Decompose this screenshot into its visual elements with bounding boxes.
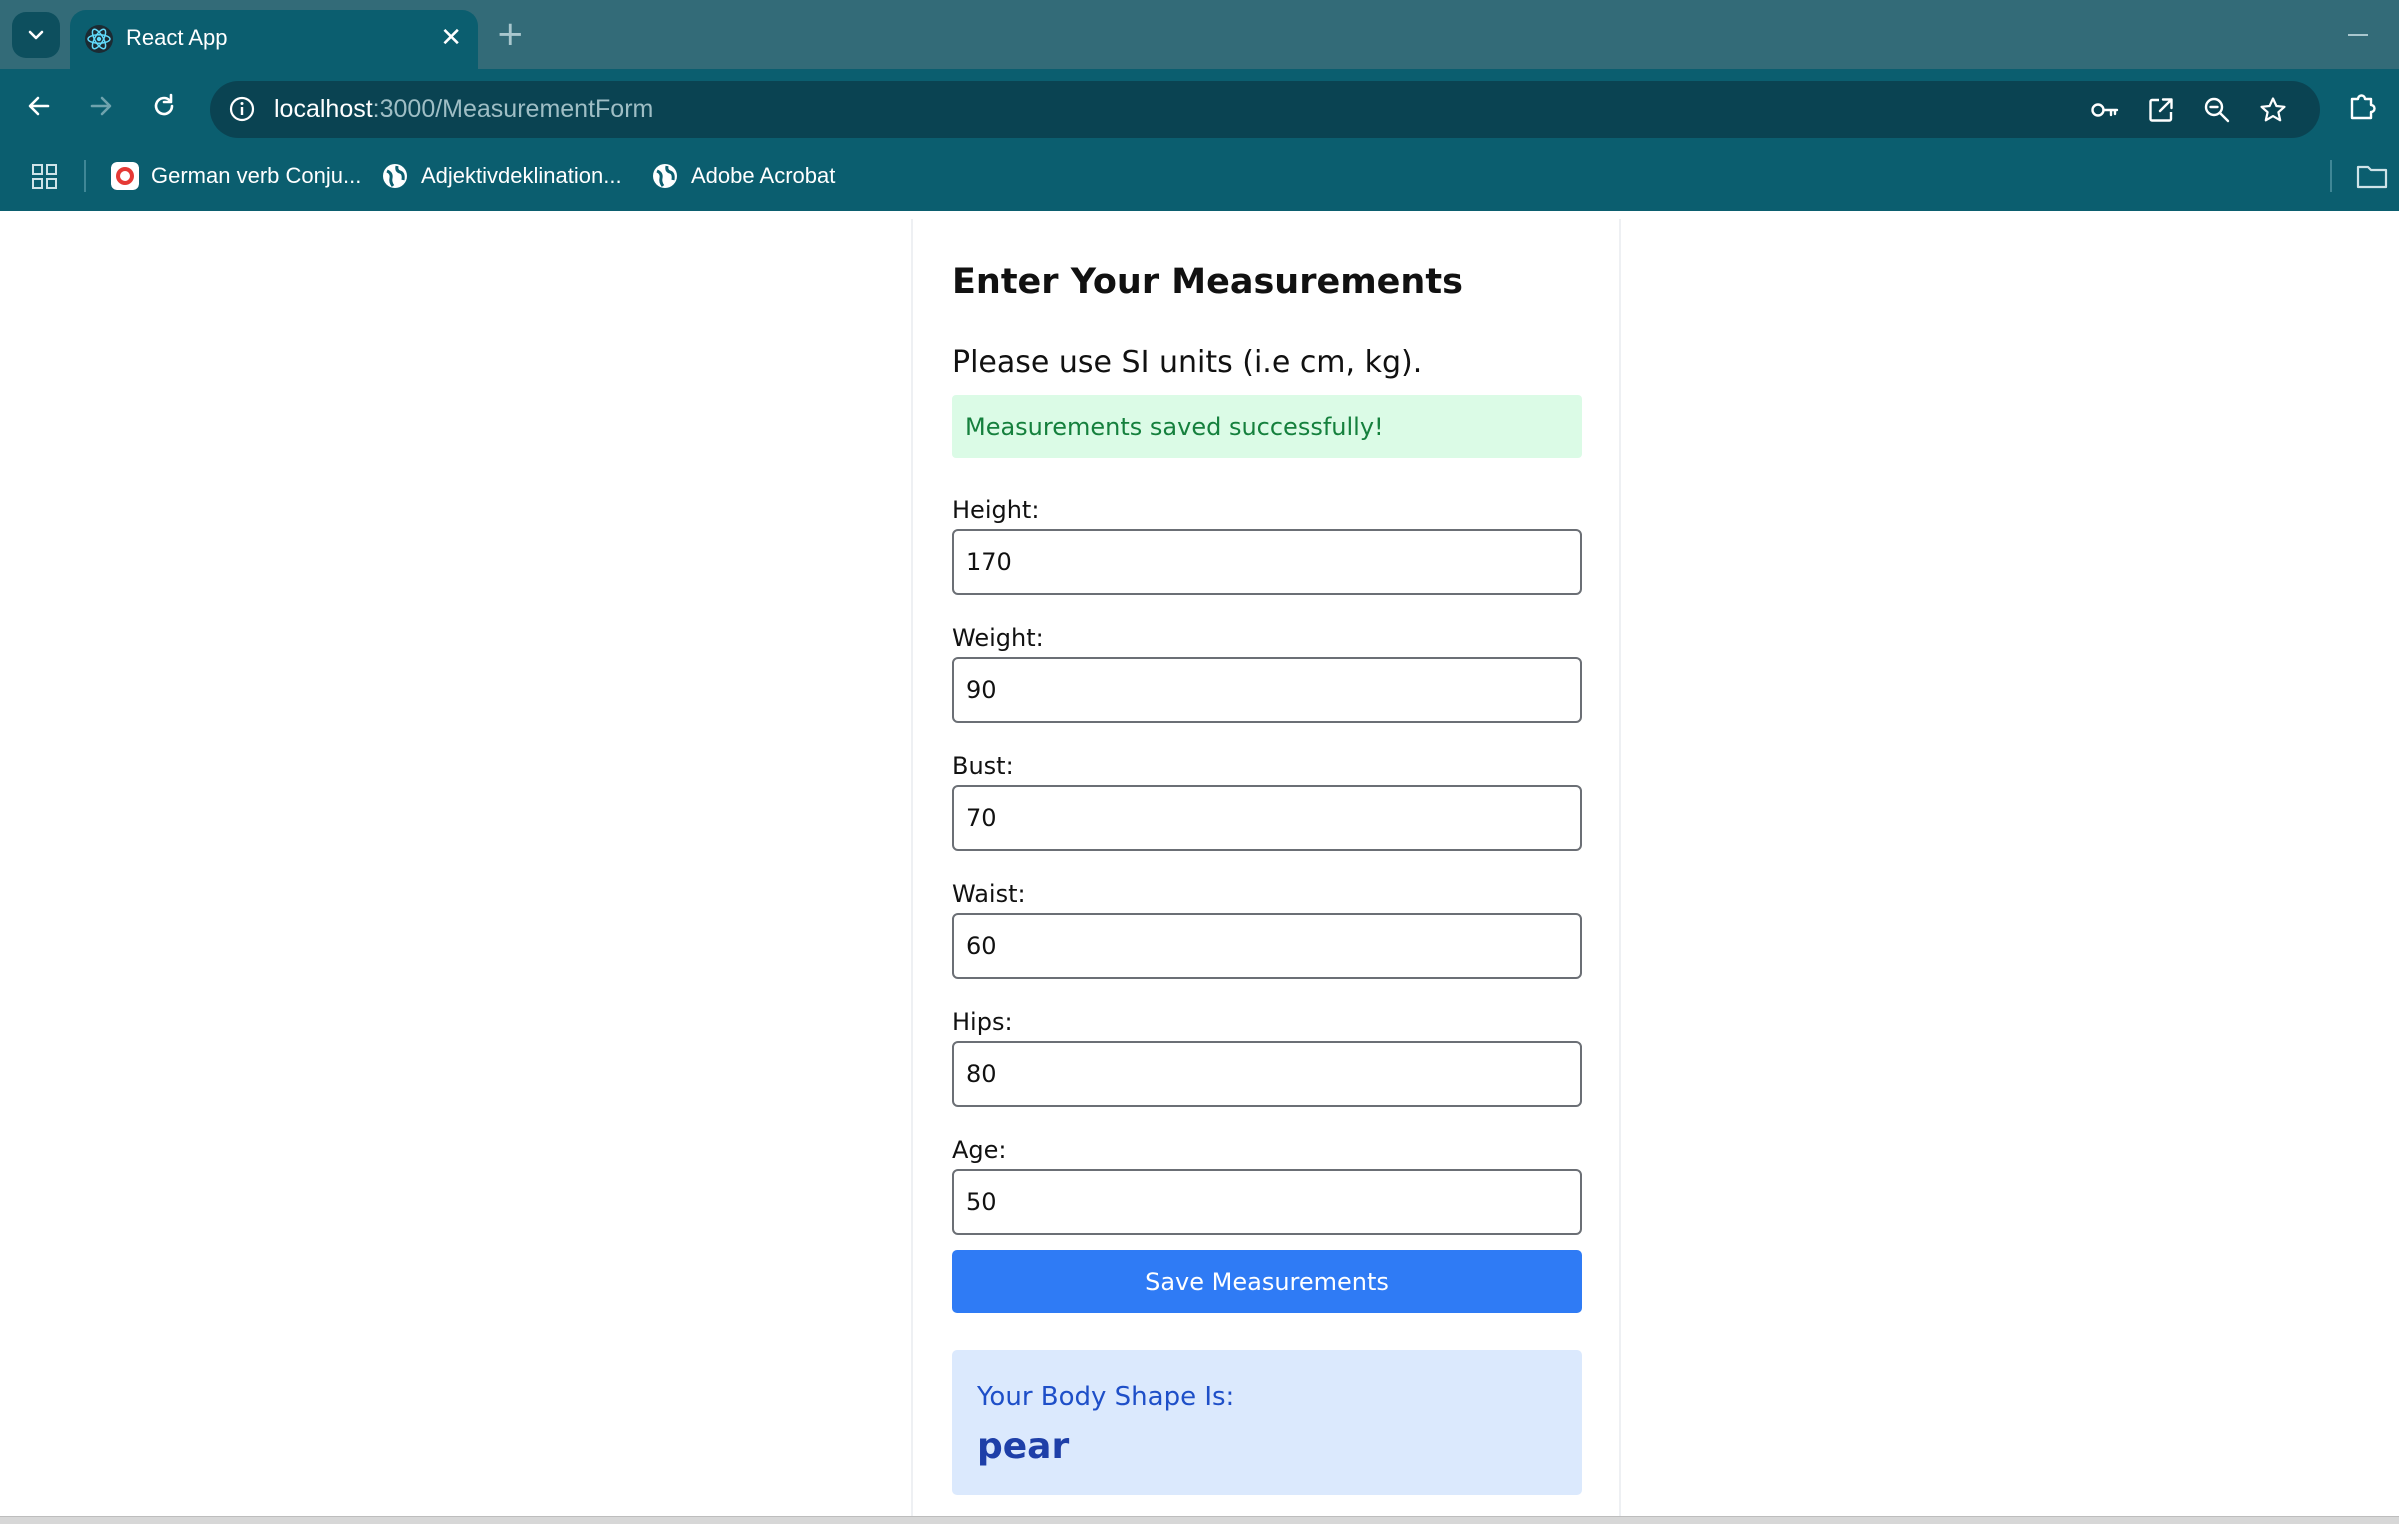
bookmarks-divider — [2330, 160, 2332, 192]
form-title: Enter Your Measurements — [952, 262, 1463, 302]
hips-label: Hips: — [952, 1008, 1013, 1036]
close-tab-icon[interactable]: ✕ — [440, 24, 462, 52]
external-link-icon — [2149, 98, 2173, 122]
body-shape-result: Your Body Shape Is: pear — [952, 1350, 1582, 1495]
horizontal-scrollbar[interactable] — [0, 1516, 2399, 1524]
weight-input[interactable] — [952, 657, 1582, 723]
password-key-button[interactable] — [2088, 93, 2122, 127]
height-input[interactable] — [952, 529, 1582, 595]
age-label: Age: — [952, 1136, 1007, 1164]
success-message: Measurements saved successfully! — [952, 395, 1582, 458]
body-shape-label: Your Body Shape Is: — [977, 1382, 1235, 1412]
active-tab[interactable]: React App ✕ — [70, 10, 478, 69]
new-tab-icon[interactable]: + — [496, 16, 525, 52]
page-content: Enter Your Measurements Please use SI un… — [0, 211, 2399, 1519]
form-subtitle: Please use SI units (i.e cm, kg). — [952, 345, 1423, 380]
info-icon[interactable] — [228, 95, 256, 123]
waist-input[interactable] — [952, 913, 1582, 979]
address-bar[interactable]: localhost:3000/MeasurementForm — [210, 81, 2320, 138]
url-text: localhost:3000/MeasurementForm — [274, 95, 654, 123]
star-icon — [2260, 97, 2286, 122]
save-measurements-button[interactable]: Save Measurements — [952, 1250, 1582, 1313]
tab-title: React App — [126, 25, 228, 50]
success-message-text: Measurements saved successfully! — [965, 412, 1384, 441]
key-icon — [2091, 103, 2119, 117]
bookmarks-bar: German verb Conju... Adjektivdeklination… — [0, 142, 2399, 211]
waist-label: Waist: — [952, 880, 1026, 908]
height-label: Height: — [952, 496, 1040, 524]
minimize-window-icon[interactable] — [2348, 34, 2368, 36]
zoom-button[interactable] — [2200, 93, 2234, 127]
age-input[interactable] — [952, 1169, 1582, 1235]
apps-grid-icon[interactable] — [30, 162, 60, 192]
tab-strip: React App ✕ + — [0, 0, 2399, 69]
globe-icon — [383, 164, 407, 188]
bookmark-label: Adjektivdeklination... — [421, 163, 622, 188]
arrow-right-icon — [90, 96, 112, 116]
react-atom-icon — [85, 25, 113, 53]
bookmark-adjektivdeklination[interactable]: Adjektivdeklination... — [381, 160, 622, 192]
globe-icon — [653, 164, 677, 188]
bookmark-star-button[interactable] — [2256, 93, 2290, 127]
bookmark-label: Adobe Acrobat — [691, 163, 836, 188]
hips-input[interactable] — [952, 1041, 1582, 1107]
reload-icon — [154, 93, 174, 116]
forward-button[interactable] — [80, 85, 122, 127]
open-in-app-button[interactable] — [2144, 93, 2178, 127]
extensions-puzzle-icon[interactable] — [2346, 89, 2380, 123]
bookmark-german-verb[interactable]: German verb Conju... — [111, 160, 361, 192]
chevron-down-icon — [28, 30, 44, 40]
weight-label: Weight: — [952, 624, 1044, 652]
back-button[interactable] — [18, 85, 60, 127]
folder-icon[interactable] — [2356, 162, 2388, 190]
body-shape-value: pear — [977, 1426, 1070, 1467]
tab-search-button[interactable] — [12, 12, 60, 58]
bust-label: Bust: — [952, 752, 1014, 780]
browser-toolbar: localhost:3000/MeasurementForm — [0, 69, 2399, 142]
reload-button[interactable] — [143, 85, 185, 127]
verb-conjugation-favicon — [111, 162, 139, 190]
bookmarks-divider — [84, 160, 86, 192]
bust-input[interactable] — [952, 785, 1582, 851]
measurement-form-card: Enter Your Measurements Please use SI un… — [911, 219, 1621, 1519]
bookmark-label: German verb Conju... — [151, 163, 362, 188]
zoom-icon — [2204, 97, 2230, 123]
bookmark-adobe-acrobat[interactable]: Adobe Acrobat — [651, 160, 835, 192]
arrow-left-icon — [28, 96, 50, 116]
